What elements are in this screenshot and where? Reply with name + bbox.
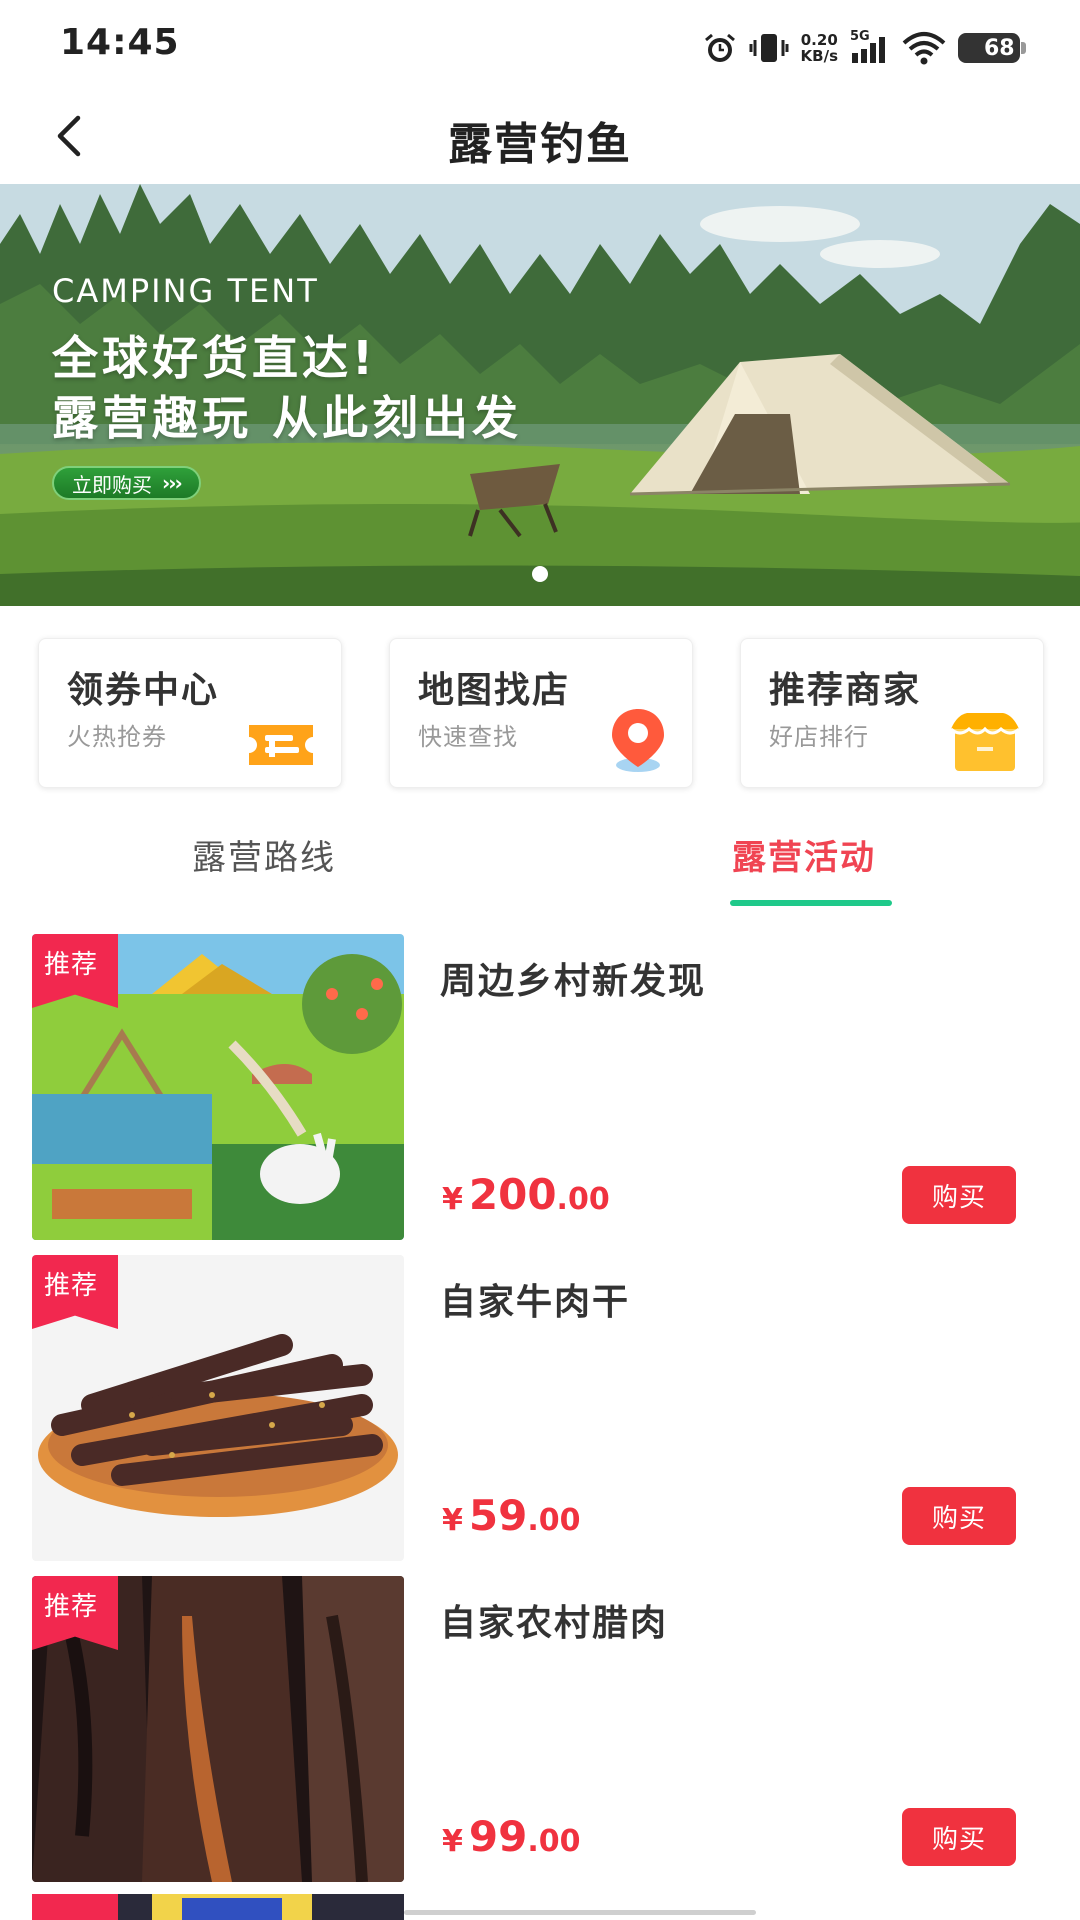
banner-headline-1: 全球好货直达!: [52, 331, 377, 385]
recommended-merchants-card[interactable]: 推荐商家 好店排行: [740, 638, 1044, 788]
product-image: 推荐: [32, 934, 404, 1240]
tab-camping-activities[interactable]: 露营活动: [732, 830, 876, 879]
buy-button[interactable]: 购买: [902, 1166, 1016, 1224]
map-pin-icon: [612, 709, 664, 772]
cell-signal-icon: 5G: [850, 29, 890, 65]
status-time: 14:45: [60, 22, 180, 63]
quick-card-title: 地图找店: [418, 670, 571, 711]
page-title: 露营钓鱼: [448, 119, 632, 170]
product-item[interactable]: 推荐 周边乡村新发现 ¥200.00 购买: [32, 934, 1048, 1240]
product-item-partial[interactable]: [32, 1894, 404, 1920]
tab-bar: 露营路线 露营活动: [0, 830, 1080, 910]
banner-headline-2: 露营趣玩 从此刻出发: [52, 391, 523, 445]
quick-entry-row: 领券中心 火热抢券 地图找店 快速查找 推荐商家 好店排行: [38, 638, 1044, 788]
store-map-card[interactable]: 地图找店 快速查找: [389, 638, 693, 788]
buy-now-label: 立即购买: [72, 472, 152, 497]
carousel-dot: [532, 566, 548, 582]
ticket-icon: [249, 725, 313, 765]
tab-camping-routes[interactable]: 露营路线: [192, 830, 336, 879]
battery-icon: 68: [958, 33, 1026, 63]
store-icon: [950, 713, 1020, 771]
alarm-icon: [703, 32, 737, 64]
coupon-center-card[interactable]: 领券中心 火热抢券: [38, 638, 342, 788]
vibrate-icon: [749, 32, 789, 64]
product-price: ¥99.00: [442, 1812, 581, 1861]
chevrons-right-icon: ›››: [162, 471, 183, 495]
wifi-icon: [902, 31, 946, 65]
buy-button[interactable]: 购买: [902, 1487, 1016, 1545]
quick-card-subtitle: 火热抢券: [67, 723, 167, 751]
product-image: 推荐: [32, 1576, 404, 1882]
quick-card-title: 推荐商家: [769, 670, 922, 711]
product-price: ¥200.00: [442, 1170, 610, 1219]
quick-card-subtitle: 快速查找: [418, 723, 518, 751]
banner-eyebrow: CAMPING TENT: [52, 272, 319, 310]
promo-banner[interactable]: CAMPING TENT 全球好货直达! 露营趣玩 从此刻出发 立即购买 ›››: [0, 184, 1080, 606]
tab-active-indicator: [730, 900, 892, 906]
product-item[interactable]: 推荐 自家牛肉干 ¥59.00 购买: [32, 1255, 1048, 1561]
status-bar: 14:45 0.20 KB/s 5G 68: [0, 0, 1080, 92]
nav-bar: 露营钓鱼: [0, 92, 1080, 184]
product-price: ¥59.00: [442, 1491, 581, 1540]
product-name: 自家牛肉干: [440, 1282, 631, 1323]
product-name: 自家农村腊肉: [440, 1603, 669, 1644]
buy-now-button[interactable]: 立即购买 ›››: [52, 466, 201, 500]
product-image: 推荐: [32, 1255, 404, 1561]
net-speed: 0.20 KB/s: [800, 31, 838, 65]
quick-card-title: 领券中心: [67, 670, 220, 711]
product-name: 周边乡村新发现: [440, 961, 707, 1002]
quick-card-subtitle: 好店排行: [769, 723, 869, 751]
buy-button[interactable]: 购买: [902, 1808, 1016, 1866]
status-icons: 0.20 KB/s 5G 68: [703, 26, 1026, 70]
home-indicator[interactable]: [404, 1910, 756, 1915]
product-item[interactable]: 推荐 自家农村腊肉 ¥99.00 购买: [32, 1576, 1048, 1882]
